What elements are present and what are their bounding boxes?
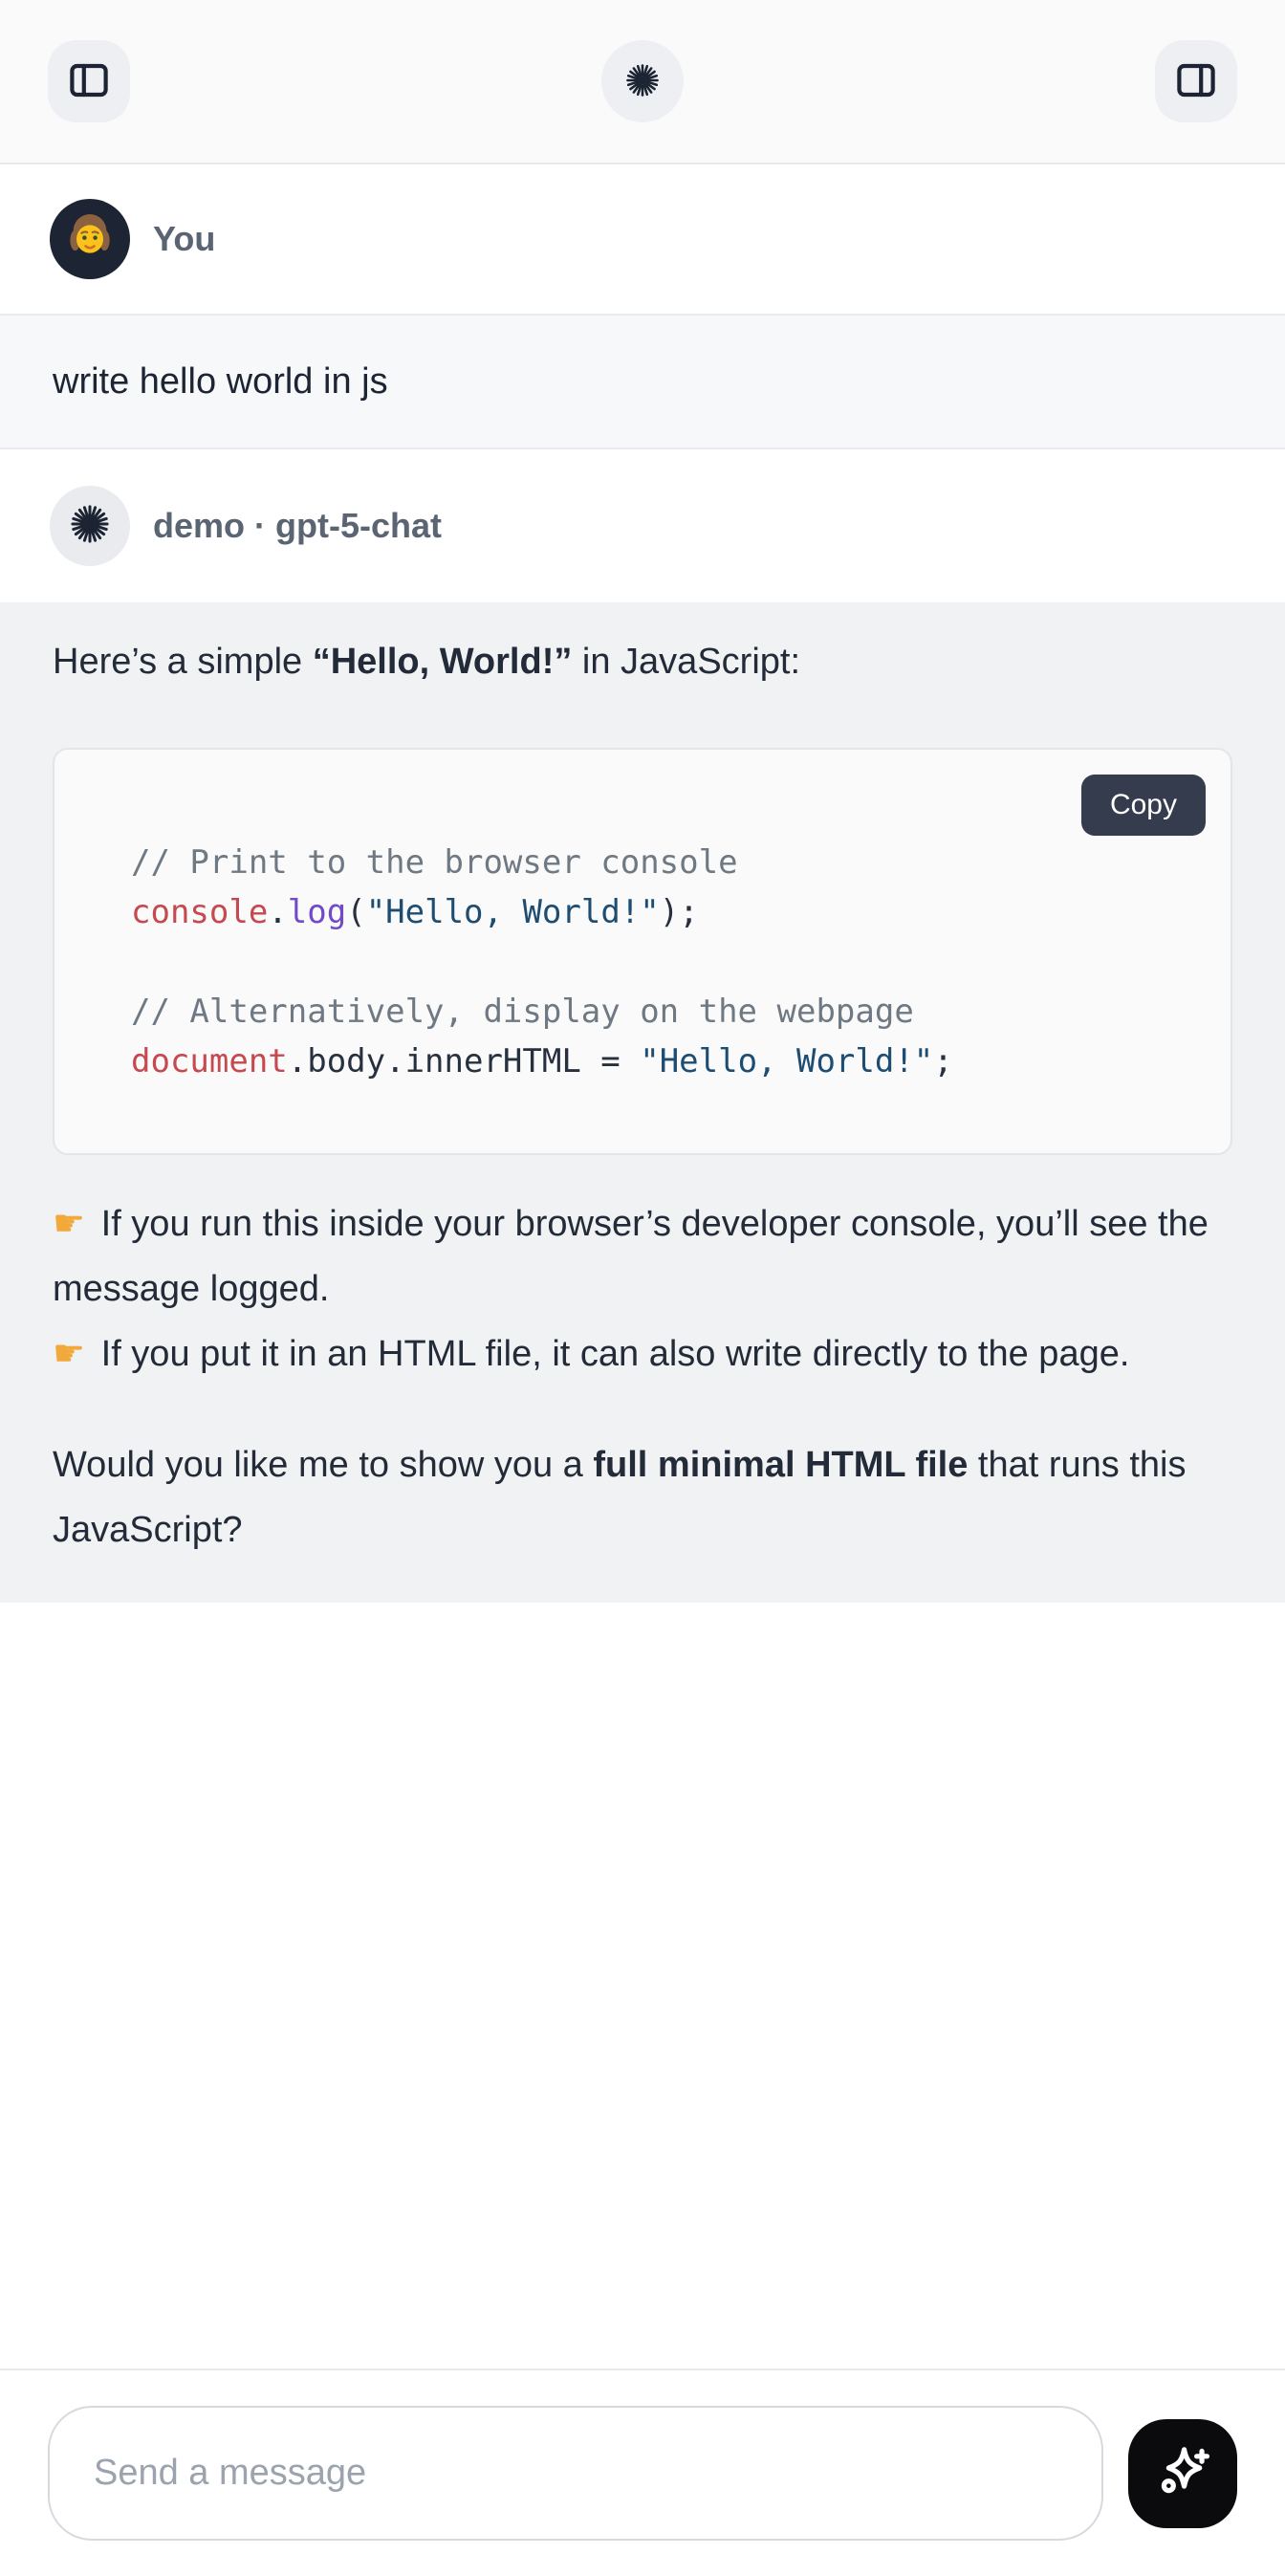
starburst-logo-icon — [620, 57, 665, 106]
note-line: ☛ If you run this inside your browser’s … — [53, 1191, 1232, 1321]
assistant-message-header: demo · gpt-5-chat — [0, 449, 1285, 602]
chat-scroll-area: You write hello world in js demo · gpt-5… — [0, 164, 1285, 2369]
top-bar — [0, 0, 1285, 164]
panel-right-icon — [1173, 57, 1219, 106]
user-avatar — [50, 199, 130, 279]
user-message-header: You — [0, 164, 1285, 314]
send-button[interactable] — [1128, 2419, 1237, 2528]
assistant-message: demo · gpt-5-chat Here’s a simple “Hello… — [0, 449, 1285, 1603]
assistant-avatar — [50, 486, 130, 566]
message-input[interactable] — [48, 2406, 1103, 2541]
composer-bar — [0, 2369, 1285, 2576]
code-block: Copy // Print to the browser consolecons… — [53, 748, 1232, 1155]
question-paragraph: Would you like me to show you a full min… — [53, 1432, 1232, 1562]
empty-scroll-space — [0, 1603, 1285, 2369]
assistant-message-body: Here’s a simple “Hello, World!” in JavaS… — [0, 602, 1285, 1603]
sidebar-toggle-button[interactable] — [48, 40, 130, 122]
user-author-label: You — [153, 219, 215, 259]
intro-paragraph: Here’s a simple “Hello, World!” in JavaS… — [53, 629, 1232, 694]
logo-button[interactable] — [601, 40, 684, 122]
starburst-icon — [63, 497, 117, 556]
sparkle-icon — [1147, 2436, 1218, 2510]
code-content: // Print to the browser consoleconsole.l… — [131, 838, 1154, 1086]
panel-left-icon — [66, 57, 112, 106]
user-message: You write hello world in js — [0, 164, 1285, 449]
user-message-text: write hello world in js — [0, 314, 1285, 449]
note-line: ☛ If you put it in an HTML file, it can … — [53, 1321, 1232, 1386]
person-emoji-icon — [59, 207, 120, 273]
right-panel-toggle-button[interactable] — [1155, 40, 1237, 122]
pointing-right-emoji: ☛ — [53, 1204, 85, 1244]
pointing-right-emoji: ☛ — [53, 1334, 85, 1374]
notes-paragraph: ☛ If you run this inside your browser’s … — [53, 1191, 1232, 1386]
copy-button[interactable]: Copy — [1081, 775, 1206, 836]
assistant-model-label: demo · gpt-5-chat — [153, 506, 442, 546]
